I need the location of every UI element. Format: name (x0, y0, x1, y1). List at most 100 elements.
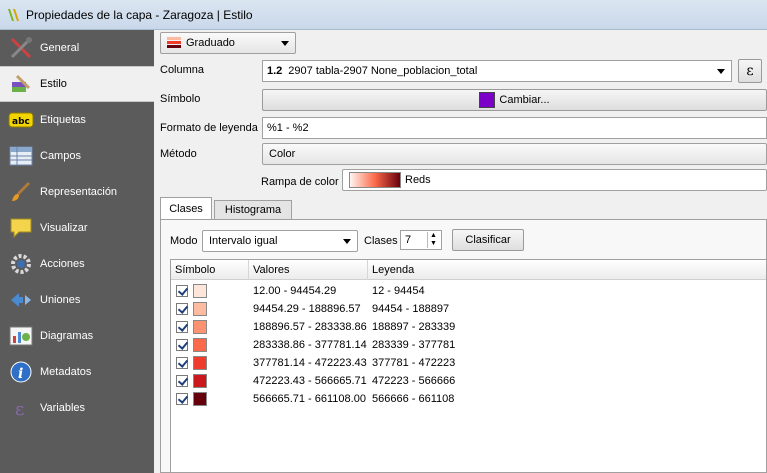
info-icon: i (8, 360, 34, 384)
class-legend-cell[interactable]: 12 - 94454 (372, 282, 425, 300)
class-values-cell[interactable]: 94454.29 - 188896.57 (253, 300, 361, 318)
formato-leyenda-label: Formato de leyenda (160, 122, 258, 134)
epsilon-icon: ε (8, 396, 34, 420)
classes-spinbox[interactable]: 7 ▲ ▼ (400, 230, 442, 250)
table-icon (8, 144, 34, 168)
symbol-change-button[interactable]: Cambiar... (262, 89, 767, 111)
header-valores[interactable]: Valores (249, 260, 368, 280)
mode-value: Intervalo igual (209, 235, 278, 247)
class-color-swatch[interactable] (193, 320, 207, 334)
join-arrows-icon (8, 288, 34, 312)
sidebar-item-uniones[interactable]: Uniones (0, 282, 154, 318)
table-row[interactable]: 283338.86 - 377781.14 283339 - 377781 (171, 336, 766, 354)
class-legend-cell[interactable]: 377781 - 472223 (372, 354, 455, 372)
class-color-swatch[interactable] (193, 374, 207, 388)
class-legend-cell[interactable]: 566666 - 661108 (372, 390, 454, 408)
sidebar-item-label: Acciones (40, 258, 85, 270)
tab-clases[interactable]: Clases (160, 197, 212, 219)
window-title: Propiedades de la capa - Zaragoza | Esti… (26, 7, 253, 22)
row-checkbox[interactable] (176, 357, 188, 369)
class-color-swatch[interactable] (193, 302, 207, 316)
main-panel: Graduado Columna 1.2 2907 tabla-2907 Non… (154, 30, 767, 473)
title-bar: Propiedades de la capa - Zaragoza | Esti… (0, 0, 767, 30)
field-type-badge: 1.2 (267, 65, 283, 77)
class-values-cell[interactable]: 377781.14 - 472223.43 (253, 354, 367, 372)
header-simbolo[interactable]: Símbolo (171, 260, 249, 280)
class-color-swatch[interactable] (193, 338, 207, 352)
svg-text:ε: ε (15, 399, 24, 420)
class-values-cell[interactable]: 12.00 - 94454.29 (253, 282, 336, 300)
spin-arrows-icon[interactable]: ▲ ▼ (427, 232, 439, 248)
renderer-type-select[interactable]: Graduado (160, 32, 296, 54)
brush-icon (8, 180, 34, 204)
mode-select[interactable]: Intervalo igual (202, 230, 358, 252)
gear-icon (8, 252, 34, 276)
class-legend-cell[interactable]: 472223 - 566666 (372, 372, 455, 390)
sidebar-item-label: Visualizar (40, 222, 88, 234)
row-checkbox[interactable] (176, 303, 188, 315)
class-legend-cell[interactable]: 188897 - 283339 (372, 318, 455, 336)
legend-format-input[interactable]: %1 - %2 (262, 117, 767, 139)
table-row[interactable]: 12.00 - 94454.29 12 - 94454 (171, 282, 766, 300)
table-row[interactable]: 472223.43 - 566665.71 472223 - 566666 (171, 372, 766, 390)
row-checkbox[interactable] (176, 321, 188, 333)
table-row[interactable]: 566665.71 - 661108.00 566666 - 661108 (171, 390, 766, 408)
table-header: Símbolo Valores Leyenda (171, 260, 766, 280)
classify-button[interactable]: Clasificar (452, 229, 524, 251)
tab-histograma[interactable]: Histograma (214, 200, 292, 219)
row-checkbox[interactable] (176, 393, 188, 405)
symbol-change-label: Cambiar... (499, 94, 550, 106)
class-legend-cell[interactable]: 283339 - 377781 (372, 336, 455, 354)
class-values-cell[interactable]: 566665.71 - 661108.00 (253, 390, 366, 408)
class-values-cell[interactable]: 188896.57 - 283338.86 (253, 318, 367, 336)
table-row[interactable]: 94454.29 - 188896.57 94454 - 188897 (171, 300, 766, 318)
tools-icon (8, 36, 34, 60)
sidebar-item-acciones[interactable]: Acciones (0, 246, 154, 282)
color-ramp-preview (349, 172, 401, 188)
speech-bubble-icon (8, 216, 34, 240)
sidebar: General Estilo abc Etiquetas Campos Repr… (0, 30, 154, 473)
method-select[interactable]: Color (262, 143, 767, 165)
row-checkbox[interactable] (176, 285, 188, 297)
sidebar-item-label: Etiquetas (40, 114, 86, 126)
class-color-swatch[interactable] (193, 356, 207, 370)
header-leyenda[interactable]: Leyenda (368, 260, 766, 280)
class-color-swatch[interactable] (193, 284, 207, 298)
table-row[interactable]: 188896.57 - 283338.86 188897 - 283339 (171, 318, 766, 336)
sidebar-item-metadatos[interactable]: i Metadatos (0, 354, 154, 390)
paint-icon (8, 72, 34, 96)
classes-table: Símbolo Valores Leyenda 12.00 - 94454.29… (170, 259, 767, 473)
table-row[interactable]: 377781.14 - 472223.43 377781 - 472223 (171, 354, 766, 372)
chart-icon (8, 324, 34, 348)
sidebar-item-etiquetas[interactable]: abc Etiquetas (0, 102, 154, 138)
classes-value: 7 (405, 234, 412, 246)
color-ramp-select[interactable]: Reds (342, 169, 767, 191)
chevron-down-icon (717, 69, 725, 74)
sidebar-item-variables[interactable]: ε Variables (0, 390, 154, 426)
row-checkbox[interactable] (176, 375, 188, 387)
columna-select[interactable]: 1.2 2907 tabla-2907 None_poblacion_total (262, 60, 732, 82)
class-values-cell[interactable]: 472223.43 - 566665.71 (253, 372, 367, 390)
sidebar-item-general[interactable]: General (0, 30, 154, 66)
symbol-swatch (479, 92, 496, 108)
metodo-label: Método (160, 148, 197, 160)
expression-button[interactable]: ε (738, 59, 762, 83)
color-ramp-value: Reds (405, 174, 431, 186)
sidebar-item-visualizar[interactable]: Visualizar (0, 210, 154, 246)
method-value: Color (269, 148, 296, 160)
sidebar-item-representacion[interactable]: Representación (0, 174, 154, 210)
sidebar-item-label: Variables (40, 402, 86, 414)
sidebar-item-label: General (40, 42, 80, 54)
class-color-swatch[interactable] (193, 392, 207, 406)
class-values-cell[interactable]: 283338.86 - 377781.14 (253, 336, 367, 354)
sidebar-item-estilo[interactable]: Estilo (0, 66, 154, 102)
sidebar-item-campos[interactable]: Campos (0, 138, 154, 174)
chevron-down-icon (343, 239, 351, 244)
columna-value: 2907 tabla-2907 None_poblacion_total (288, 65, 478, 77)
class-legend-cell[interactable]: 94454 - 188897 (372, 300, 449, 318)
graduated-icon (167, 37, 181, 48)
chevron-down-icon (281, 41, 289, 46)
sidebar-item-diagramas[interactable]: Diagramas (0, 318, 154, 354)
row-checkbox[interactable] (176, 339, 188, 351)
simbolo-label: Símbolo (160, 93, 201, 105)
